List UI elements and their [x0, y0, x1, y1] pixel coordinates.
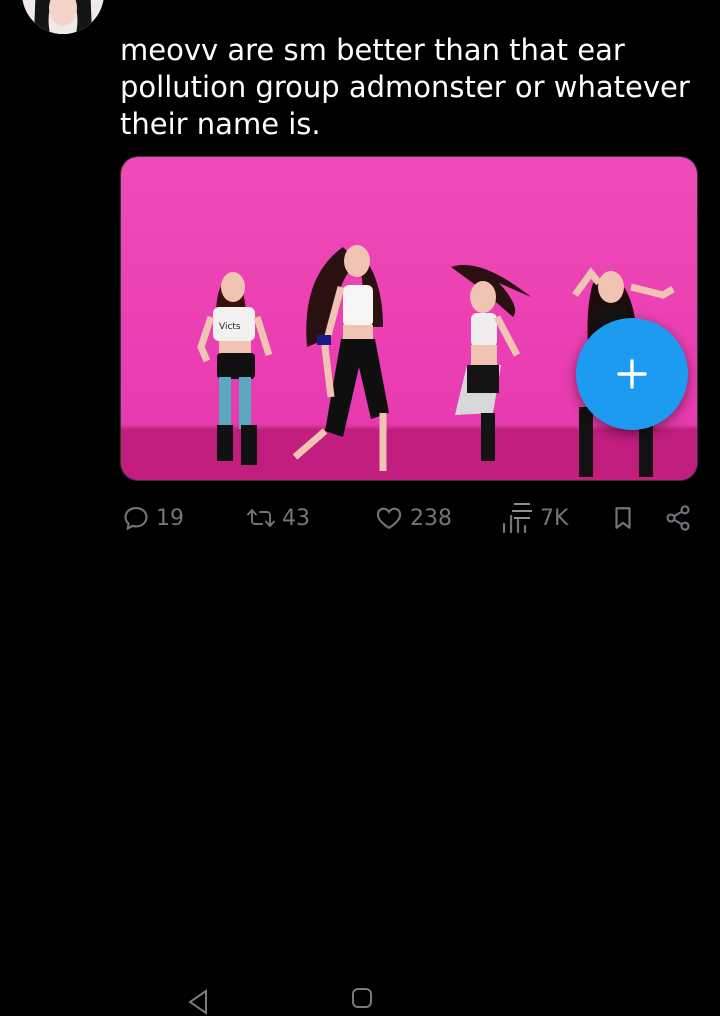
repost-count: 43	[282, 505, 310, 531]
avatar-image	[22, 0, 104, 34]
reply-icon	[124, 507, 148, 531]
repost-icon	[247, 509, 275, 527]
nav-recents-icon	[512, 503, 532, 519]
shirt-text: Victs	[219, 322, 241, 332]
tweet-media[interactable]: Victs	[120, 156, 698, 481]
like-button[interactable]: 238	[374, 496, 452, 540]
bookmark-button[interactable]	[610, 496, 636, 540]
avatar[interactable]	[22, 0, 104, 34]
views-icon	[502, 503, 532, 534]
nav-back-icon[interactable]	[186, 988, 210, 1016]
like-count: 238	[410, 505, 452, 531]
heart-icon	[376, 507, 402, 530]
tweet-text: meovv are sm better than that ear pollut…	[120, 33, 690, 141]
plus-icon	[617, 359, 647, 389]
media-image: Victs	[121, 157, 697, 480]
views-button[interactable]: 7K	[500, 496, 568, 540]
bookmark-icon	[615, 507, 631, 529]
compose-button[interactable]	[576, 318, 688, 430]
reply-count: 19	[156, 505, 184, 531]
repost-button[interactable]: 43	[246, 496, 310, 540]
share-button[interactable]	[664, 496, 692, 540]
view-count: 7K	[540, 505, 569, 531]
tweet-action-bar: 19 43 238 7K	[0, 496, 720, 1015]
reply-button[interactable]: 19	[122, 496, 184, 540]
nav-home-icon[interactable]	[350, 986, 374, 1010]
share-icon	[666, 505, 690, 531]
